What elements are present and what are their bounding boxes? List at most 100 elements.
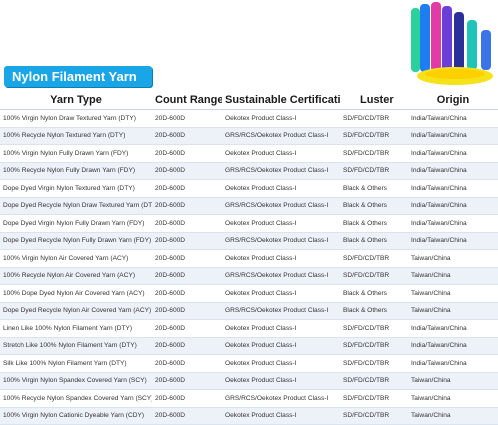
cell-yarn-type: 100% Recycle Nylon Textured Yarn (DTY) bbox=[0, 127, 152, 145]
cell-certification: GRS/RCS/Oekotex Product Class-I bbox=[222, 197, 340, 215]
cell-yarn-type: 100% Virgin Nylon Air Covered Yarn (ACY) bbox=[0, 249, 152, 268]
cell-yarn-type: 100% Virgin Nylon Fully Drawn Yarn (FDY) bbox=[0, 144, 152, 163]
page-title: Nylon Filament Yarn bbox=[4, 66, 152, 87]
cell-certification: Oekotex Product Class-I bbox=[222, 337, 340, 355]
cell-origin: India/Taiwan/China bbox=[408, 127, 498, 145]
cell-yarn-type: Dope Dyed Recycle Nylon Fully Drawn Yarn… bbox=[0, 232, 152, 250]
cell-luster: Black & Others bbox=[340, 302, 408, 320]
cell-yarn-type: Stretch Like 100% Nylon Filament Yarn (D… bbox=[0, 337, 152, 355]
table-row: 100% Virgin Nylon Air Covered Yarn (ACY)… bbox=[0, 249, 498, 268]
cell-origin: Taiwan/China bbox=[408, 284, 498, 303]
cell-certification: Oekotex Product Class-I bbox=[222, 144, 340, 163]
cell-yarn-type: Dope Dyed Recycle Nylon Air Covered Yarn… bbox=[0, 302, 152, 320]
cell-origin: India/Taiwan/China bbox=[408, 337, 498, 355]
table-row: 100% Recycle Nylon Spandex Covered Yarn … bbox=[0, 389, 498, 408]
cell-certification: Oekotex Product Class-I bbox=[222, 372, 340, 390]
yarn-table: Yarn Type Count Range Sustainable Certif… bbox=[0, 91, 498, 425]
cell-luster: SD/FD/CD/TBR bbox=[340, 372, 408, 390]
cell-origin: Taiwan/China bbox=[408, 389, 498, 408]
cell-count-range: 20D-600D bbox=[152, 144, 222, 163]
cell-count-range: 20D-600D bbox=[152, 179, 222, 198]
cell-luster: Black & Others bbox=[340, 197, 408, 215]
cell-luster: SD/FD/CD/TBR bbox=[340, 354, 408, 373]
table-row: Linen Like 100% Nylon Filament Yarn (DTY… bbox=[0, 319, 498, 338]
cell-certification: GRS/RCS/Oekotex Product Class-I bbox=[222, 389, 340, 408]
cell-luster: SD/FD/CD/TBR bbox=[340, 127, 408, 145]
cell-origin: India/Taiwan/China bbox=[408, 162, 498, 180]
cell-luster: SD/FD/CD/TBR bbox=[340, 389, 408, 408]
table-row: Stretch Like 100% Nylon Filament Yarn (D… bbox=[0, 337, 498, 355]
cell-yarn-type: 100% Virgin Nylon Spandex Covered Yarn (… bbox=[0, 372, 152, 390]
header-yarn-type: Yarn Type bbox=[0, 91, 152, 110]
cell-yarn-type: 100% Virgin Nylon Cationic Dyeable Yarn … bbox=[0, 407, 152, 425]
cell-count-range: 20D-600D bbox=[152, 109, 222, 128]
cell-origin: India/Taiwan/China bbox=[408, 319, 498, 338]
cell-certification: Oekotex Product Class-I bbox=[222, 319, 340, 338]
cell-count-range: 20D-600D bbox=[152, 284, 222, 303]
cell-certification: GRS/RCS/Oekotex Product Class-I bbox=[222, 267, 340, 285]
cell-luster: SD/FD/CD/TBR bbox=[340, 407, 408, 425]
cell-origin: Taiwan/China bbox=[408, 407, 498, 425]
table-row: 100% Virgin Nylon Draw Textured Yarn (DT… bbox=[0, 109, 498, 128]
cell-count-range: 20D-600D bbox=[152, 197, 222, 215]
header-count-range: Count Range bbox=[152, 91, 222, 110]
cell-origin: India/Taiwan/China bbox=[408, 214, 498, 233]
header-origin: Origin bbox=[408, 91, 498, 110]
cell-certification: Oekotex Product Class-I bbox=[222, 214, 340, 233]
table-row: Dope Dyed Virgin Nylon Fully Drawn Yarn … bbox=[0, 214, 498, 233]
cell-certification: GRS/RCS/Oekotex Product Class-I bbox=[222, 302, 340, 320]
cell-count-range: 20D-600D bbox=[152, 162, 222, 180]
cell-origin: India/Taiwan/China bbox=[408, 144, 498, 163]
table-row: Silk Like 100% Nylon Filament Yarn (DTY)… bbox=[0, 354, 498, 373]
yarn-spools-image bbox=[405, 0, 498, 88]
cell-luster: SD/FD/CD/TBR bbox=[340, 109, 408, 128]
table-row: 100% Recycle Nylon Air Covered Yarn (ACY… bbox=[0, 267, 498, 285]
cell-luster: Black & Others bbox=[340, 214, 408, 233]
cell-yarn-type: 100% Virgin Nylon Draw Textured Yarn (DT… bbox=[0, 109, 152, 128]
cell-count-range: 20D-600D bbox=[152, 232, 222, 250]
cell-certification: Oekotex Product Class-I bbox=[222, 407, 340, 425]
cell-origin: India/Taiwan/China bbox=[408, 232, 498, 250]
cell-certification: Oekotex Product Class-I bbox=[222, 249, 340, 268]
table-row: Dope Dyed Recycle Nylon Draw Textured Ya… bbox=[0, 197, 498, 215]
cell-certification: Oekotex Product Class-I bbox=[222, 179, 340, 198]
cell-count-range: 20D-600D bbox=[152, 214, 222, 233]
cell-luster: SD/FD/CD/TBR bbox=[340, 162, 408, 180]
cell-luster: Black & Others bbox=[340, 179, 408, 198]
cell-luster: SD/FD/CD/TBR bbox=[340, 267, 408, 285]
cell-yarn-type: Dope Dyed Virgin Nylon Fully Drawn Yarn … bbox=[0, 214, 152, 233]
cell-luster: SD/FD/CD/TBR bbox=[340, 249, 408, 268]
cell-certification: Oekotex Product Class-I bbox=[222, 109, 340, 128]
cell-count-range: 20D-600D bbox=[152, 389, 222, 408]
table-row: 100% Dope Dyed Nylon Air Covered Yarn (A… bbox=[0, 284, 498, 303]
cell-yarn-type: 100% Dope Dyed Nylon Air Covered Yarn (A… bbox=[0, 284, 152, 303]
cell-origin: India/Taiwan/China bbox=[408, 354, 498, 373]
cell-luster: SD/FD/CD/TBR bbox=[340, 337, 408, 355]
cell-count-range: 20D-600D bbox=[152, 354, 222, 373]
cell-certification: GRS/RCS/Oekotex Product Class-I bbox=[222, 162, 340, 180]
cell-count-range: 20D-600D bbox=[152, 127, 222, 145]
table-body: 100% Virgin Nylon Draw Textured Yarn (DT… bbox=[0, 109, 498, 425]
cell-luster: Black & Others bbox=[340, 284, 408, 303]
cell-yarn-type: Dope Dyed Recycle Nylon Draw Textured Ya… bbox=[0, 197, 152, 215]
cell-yarn-type: Linen Like 100% Nylon Filament Yarn (DTY… bbox=[0, 319, 152, 338]
cell-origin: India/Taiwan/China bbox=[408, 109, 498, 128]
table-row: 100% Recycle Nylon Textured Yarn (DTY) 20… bbox=[0, 127, 498, 145]
cell-certification: Oekotex Product Class-I bbox=[222, 284, 340, 303]
table-header-row: Yarn Type Count Range Sustainable Certif… bbox=[0, 91, 498, 110]
cell-yarn-type: 100% Recycle Nylon Spandex Covered Yarn … bbox=[0, 389, 152, 408]
header-certification: Sustainable Certification bbox=[222, 91, 340, 110]
table-row: Dope Dyed Recycle Nylon Fully Drawn Yarn… bbox=[0, 232, 498, 250]
cell-yarn-type: 100% Recycle Nylon Fully Drawn Yarn (FDY… bbox=[0, 162, 152, 180]
table-row: 100% Recycle Nylon Fully Drawn Yarn (FDY… bbox=[0, 162, 498, 180]
cell-yarn-type: 100% Recycle Nylon Air Covered Yarn (ACY… bbox=[0, 267, 152, 285]
cell-origin: Taiwan/China bbox=[408, 249, 498, 268]
cell-luster: SD/FD/CD/TBR bbox=[340, 144, 408, 163]
cell-origin: Taiwan/China bbox=[408, 372, 498, 390]
header-luster: Luster bbox=[340, 91, 408, 110]
cell-luster: Black & Others bbox=[340, 232, 408, 250]
cell-origin: India/Taiwan/China bbox=[408, 179, 498, 198]
table-row: Dope Dyed Recycle Nylon Air Covered Yarn… bbox=[0, 302, 498, 320]
cell-certification: GRS/RCS/Oekotex Product Class-I bbox=[222, 232, 340, 250]
table-row: Dope Dyed Virgin Nylon Textured Yarn (DT… bbox=[0, 179, 498, 198]
